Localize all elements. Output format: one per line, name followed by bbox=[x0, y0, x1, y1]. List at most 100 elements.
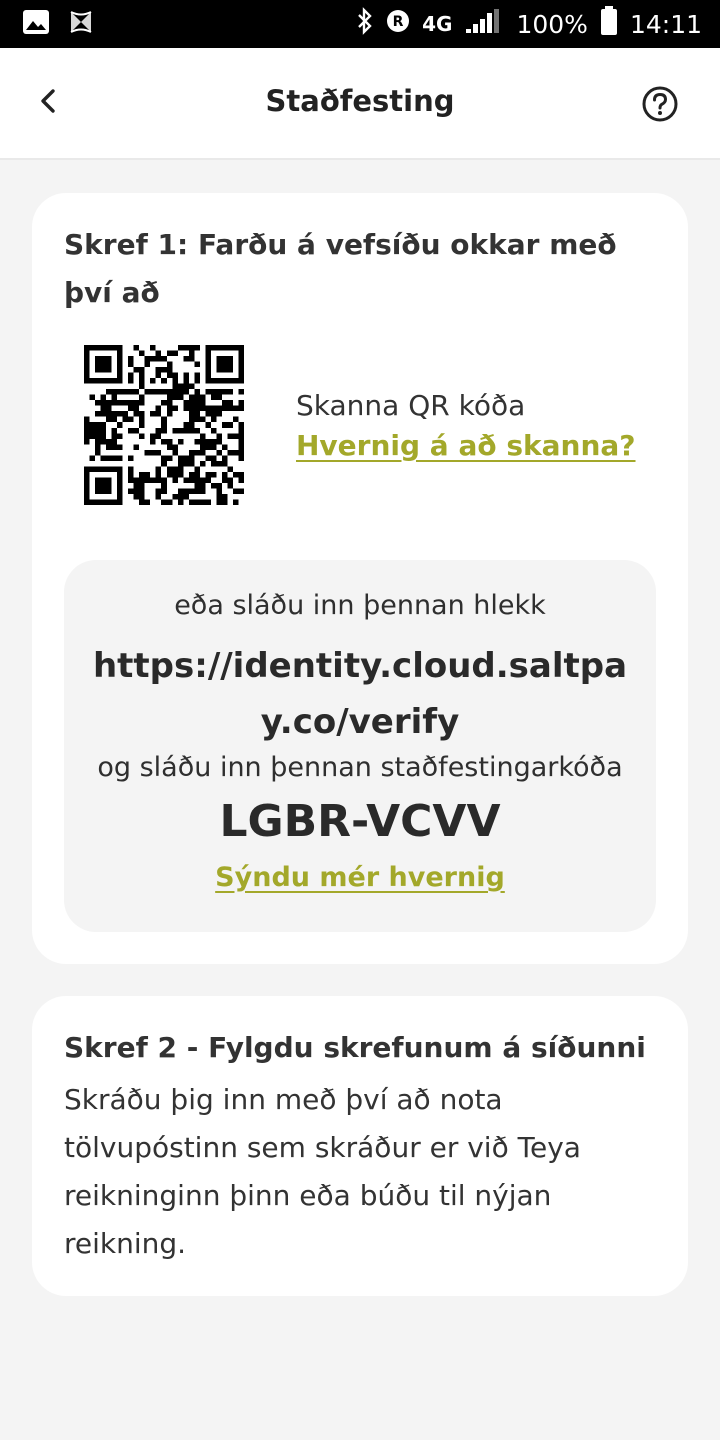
qr-module bbox=[188, 394, 195, 401]
qr-module bbox=[199, 400, 206, 406]
qr-module bbox=[100, 422, 107, 428]
network-type: 4G bbox=[422, 12, 453, 36]
qr-module bbox=[111, 427, 118, 434]
qr-module bbox=[117, 378, 123, 384]
qr-module bbox=[122, 389, 129, 395]
step1-title: Skref 1: Farðu á vefsíðu okkar með því a… bbox=[64, 228, 617, 309]
qr-module bbox=[111, 400, 118, 406]
qr-module bbox=[84, 471, 90, 478]
step1-card: Skref 1: Farðu á vefsíðu okkar með því a… bbox=[32, 193, 688, 964]
qr-module bbox=[172, 383, 178, 390]
qr-module bbox=[111, 499, 118, 505]
show-me-how-link[interactable]: Sýndu mér hvernig bbox=[64, 862, 656, 893]
qr-module bbox=[199, 477, 206, 483]
qr-module bbox=[227, 389, 233, 395]
qr-module bbox=[84, 488, 90, 494]
qr-module bbox=[84, 477, 90, 483]
qr-module bbox=[84, 361, 90, 368]
help-button[interactable] bbox=[640, 84, 680, 124]
qr-module bbox=[100, 411, 107, 417]
qr-module bbox=[216, 367, 222, 373]
qr-module bbox=[216, 499, 222, 505]
qr-module bbox=[172, 466, 178, 472]
qr-module bbox=[216, 493, 222, 500]
qr-module bbox=[216, 345, 222, 351]
qr-module bbox=[139, 433, 145, 439]
qr-module bbox=[155, 405, 162, 412]
qr-module bbox=[161, 438, 167, 445]
qr-module bbox=[210, 460, 217, 467]
or-enter-link-text: eða sláðu inn þennan hlekk bbox=[174, 590, 546, 621]
qr-module bbox=[84, 482, 90, 489]
qr-module bbox=[194, 372, 200, 379]
qr-module bbox=[106, 389, 112, 395]
qr-module bbox=[188, 471, 195, 478]
qr-module bbox=[155, 350, 162, 357]
qr-module bbox=[150, 449, 156, 456]
how-to-scan-link[interactable]: Hvernig á að skanna? bbox=[296, 429, 636, 462]
qr-module bbox=[144, 356, 151, 362]
qr-module bbox=[205, 477, 211, 483]
qr-module bbox=[100, 488, 107, 494]
qr-module bbox=[216, 405, 222, 412]
qr-module bbox=[106, 367, 112, 373]
qr-module bbox=[117, 389, 123, 395]
qr-module bbox=[84, 422, 90, 428]
qr-module bbox=[106, 488, 112, 494]
qr-module bbox=[166, 405, 173, 412]
qr-module bbox=[166, 389, 173, 395]
qr-module bbox=[194, 499, 200, 505]
svg-text:R: R bbox=[393, 14, 404, 30]
qr-module bbox=[205, 356, 211, 362]
qr-module bbox=[100, 361, 107, 368]
qr-module bbox=[106, 455, 112, 461]
qr-module bbox=[216, 361, 222, 368]
qr-module bbox=[232, 471, 239, 478]
qr-module bbox=[133, 444, 140, 450]
qr-module bbox=[155, 466, 162, 472]
qr-module bbox=[194, 427, 200, 434]
qr-module bbox=[117, 411, 123, 417]
qr-module bbox=[221, 378, 228, 384]
qr-module bbox=[106, 356, 112, 362]
qr-module bbox=[205, 389, 211, 395]
qr-module bbox=[221, 422, 228, 428]
qr-module bbox=[84, 372, 90, 379]
qr-module bbox=[106, 378, 112, 384]
qr-module bbox=[194, 416, 200, 423]
qr-module bbox=[161, 499, 167, 505]
qr-module bbox=[183, 378, 189, 384]
qr-module bbox=[194, 394, 200, 401]
qr-module bbox=[205, 361, 211, 368]
qr-module bbox=[84, 416, 90, 423]
qr-module bbox=[205, 345, 211, 351]
qr-module bbox=[166, 438, 173, 445]
qr-module bbox=[144, 389, 151, 395]
qr-module bbox=[238, 422, 244, 428]
qr-module bbox=[188, 416, 195, 423]
qr-module bbox=[161, 460, 167, 467]
qr-module bbox=[177, 394, 184, 401]
qr-module bbox=[100, 466, 107, 472]
qr-module bbox=[139, 488, 145, 494]
qr-module bbox=[238, 405, 244, 412]
qr-module bbox=[238, 361, 244, 368]
qr-module bbox=[100, 433, 107, 439]
qr-module bbox=[210, 427, 217, 434]
qr-module bbox=[183, 383, 189, 390]
qr-module bbox=[155, 449, 162, 456]
page-title: Staðfesting bbox=[265, 84, 455, 118]
qr-module bbox=[183, 389, 189, 395]
qr-module bbox=[172, 493, 178, 500]
qr-module bbox=[210, 482, 217, 489]
qr-module bbox=[139, 400, 145, 406]
qr-module bbox=[95, 488, 101, 494]
qr-module bbox=[161, 367, 167, 373]
signal-icon bbox=[464, 7, 504, 41]
qr-module bbox=[183, 427, 189, 434]
qr-module bbox=[150, 389, 156, 395]
qr-module bbox=[95, 433, 101, 439]
qr-module bbox=[128, 488, 134, 494]
qr-module bbox=[221, 367, 228, 373]
qr-module bbox=[133, 400, 140, 406]
